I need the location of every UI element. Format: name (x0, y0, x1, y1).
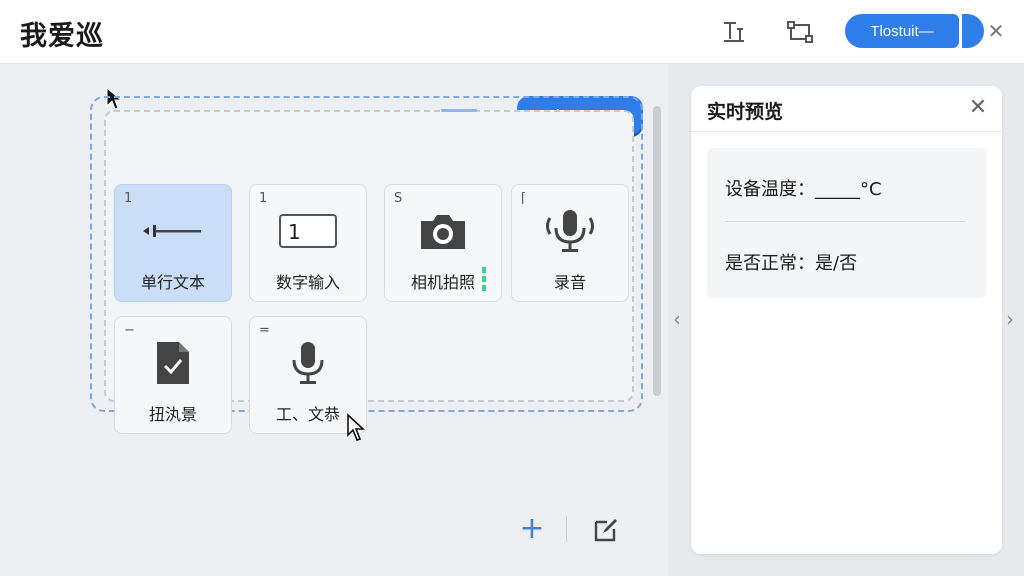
preview-form-card: 设备温度：_____°C 是否正常：是/否 (707, 148, 986, 298)
tile-label: 录音 (553, 273, 586, 292)
edit-icon[interactable] (591, 515, 621, 545)
preview-field-temperature[interactable]: 设备温度：_____°C (725, 175, 882, 201)
text-line-icon (115, 207, 231, 255)
crop-icon[interactable] (719, 18, 749, 46)
header-action-button[interactable]: Tlostuit— (845, 14, 959, 48)
camera-icon (385, 207, 501, 255)
status-indicator (482, 267, 486, 291)
header-action-toggle[interactable] (962, 14, 984, 48)
live-preview-panel: 实时预览 ✕ 设备温度：_____°C 是否正常：是/否 (691, 86, 1002, 554)
microphone-wave-icon (512, 207, 628, 255)
canvas-scrollbar[interactable] (653, 106, 661, 396)
app-title: 我爱巡 (20, 21, 104, 52)
field-divider (725, 221, 965, 222)
tile-label: 扭汍景 (148, 405, 197, 424)
tile-corner-mark: 1 (259, 191, 268, 206)
tile-corner-mark: ⌈ (521, 191, 527, 206)
close-icon[interactable]: ✕ (966, 96, 990, 120)
tile-corner-mark: 1 (124, 191, 133, 206)
preview-title: 实时预览 (707, 101, 784, 123)
tile-audio-record[interactable]: ⌈ 录音 (511, 184, 629, 302)
svg-text:1: 1 (288, 220, 301, 244)
drag-handle[interactable] (441, 109, 477, 112)
tile-single-line-text[interactable]: 1 单行文本 (114, 184, 232, 302)
chevron-left-icon[interactable]: ‹ (673, 308, 687, 330)
preview-header: 实时预览 ✕ (691, 86, 1002, 132)
tile-number-input[interactable]: 1 1 数字输入 (249, 184, 367, 302)
chevron-right-icon[interactable]: › (1006, 308, 1020, 330)
mouse-cursor-icon (345, 413, 367, 443)
tile-corner-mark: S (394, 191, 403, 206)
document-check-icon (115, 339, 231, 387)
app-header: 我爱巡 Tlostuit— ✕ (0, 0, 1024, 64)
microphone-icon (250, 339, 366, 387)
toolbar-divider (566, 516, 567, 542)
tile-corner-mark: = (259, 323, 270, 338)
tile-label: 单行文本 (140, 273, 205, 292)
transform-icon[interactable] (785, 18, 815, 46)
number-box-icon: 1 (250, 207, 366, 255)
tile-label: 数字输入 (275, 273, 340, 292)
tile-corner-mark: − (124, 323, 135, 338)
plus-icon[interactable]: + (517, 514, 547, 544)
close-icon[interactable]: ✕ (986, 20, 1006, 42)
tile-attachment[interactable]: − 扭汍景 (114, 316, 232, 434)
preview-field-status[interactable]: 是否正常：是/否 (725, 249, 857, 275)
